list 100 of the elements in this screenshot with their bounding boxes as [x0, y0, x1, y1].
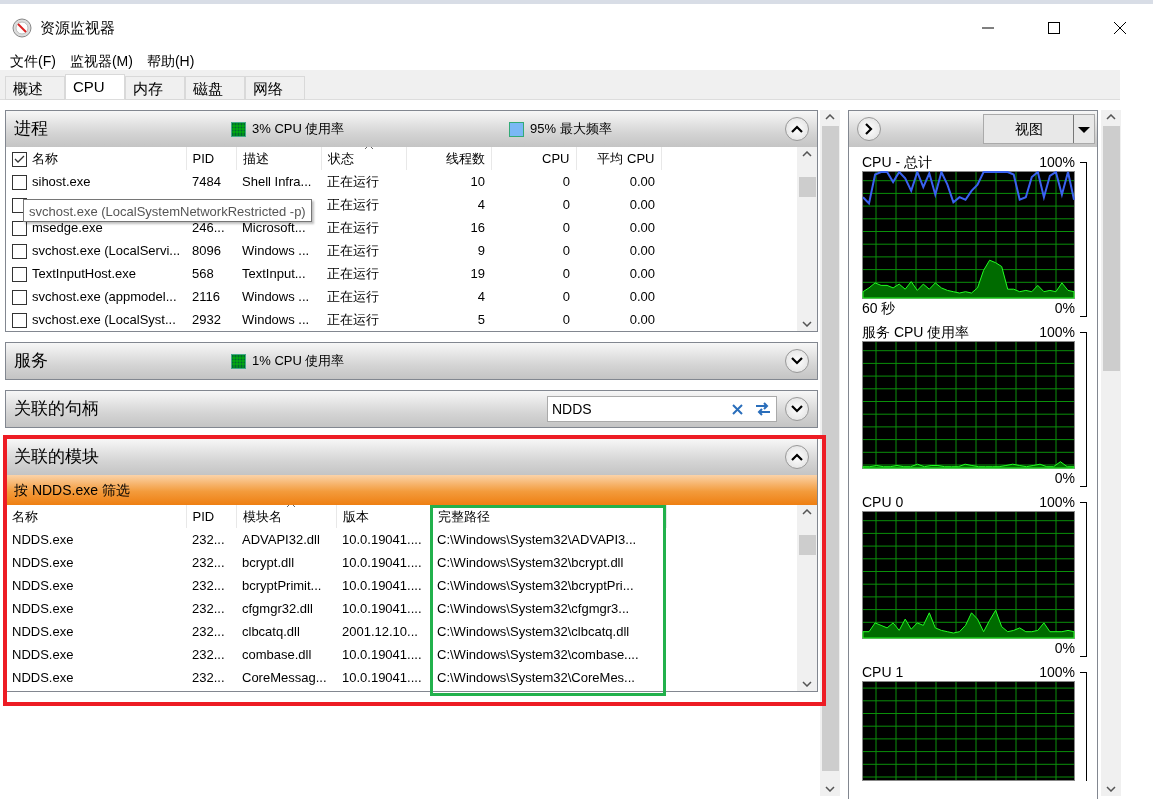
table-cell: 0.00: [629, 288, 655, 304]
table-cell: 正在运行: [327, 242, 379, 258]
checkbox[interactable]: [12, 151, 27, 167]
menu-item[interactable]: 帮助(H): [146, 50, 195, 72]
table-cell: svchost.exe (LocalSyst...: [32, 311, 176, 327]
table-cell: 232...: [192, 669, 225, 685]
table-cell: 568: [192, 265, 214, 281]
table-cell: 10.0.19041....: [342, 646, 422, 662]
column-header[interactable]: 线程数: [406, 147, 491, 170]
table-cell: 0: [562, 288, 570, 304]
table-cell: 10.0.19041....: [342, 600, 422, 616]
table-cell: CoreMessag...: [242, 669, 327, 685]
column-header[interactable]: PID: [186, 505, 236, 528]
table-cell: C:\Windows\System32\combase....: [437, 646, 639, 662]
collapse-button[interactable]: [785, 445, 809, 469]
table-cell: bcryptPrimit...: [242, 577, 322, 593]
usage-label: 1% CPU 使用率: [252, 352, 345, 371]
chevron-icon: [791, 125, 803, 133]
menu-item[interactable]: 监视器(M): [69, 50, 133, 72]
section-title: 服务: [14, 350, 48, 373]
table-cell: C:\Windows\System32\bcrypt.dll: [437, 554, 624, 570]
checkbox[interactable]: [12, 266, 27, 282]
scroll-up-icon[interactable]: [1106, 114, 1116, 120]
table-cell: 正在运行: [327, 311, 379, 327]
table-cell: cfgmgr32.dll: [242, 600, 313, 616]
table-cell: 16: [470, 219, 485, 235]
expand-button[interactable]: [857, 117, 881, 141]
collapse-button[interactable]: [785, 117, 809, 141]
column-header[interactable]: 描述: [236, 147, 321, 170]
gauge-icon: [12, 18, 32, 38]
tab[interactable]: 网络: [245, 76, 305, 100]
table-cell: 7484: [192, 173, 221, 189]
table-cell: 0: [562, 196, 570, 212]
table-cell: 10: [470, 173, 485, 189]
tab[interactable]: CPU: [65, 74, 125, 99]
refresh-icon[interactable]: [753, 400, 773, 418]
chevron-icon: [791, 357, 803, 365]
scroll-down-icon[interactable]: [802, 681, 812, 687]
maximize-icon[interactable]: [1048, 22, 1060, 34]
cpu-graph-icon: [231, 121, 246, 137]
table-cell: 232...: [192, 646, 225, 662]
collapse-button[interactable]: [785, 349, 809, 373]
close-icon[interactable]: [1114, 22, 1126, 34]
column-header[interactable]: 模块名: [236, 505, 336, 528]
table-cell: 2116: [192, 288, 220, 304]
table-cell: 2001.12.10...: [342, 623, 418, 639]
graph-max-label: 100%: [1039, 153, 1075, 171]
scroll-up-icon[interactable]: [802, 509, 812, 515]
scrollbar-thumb[interactable]: [1102, 126, 1120, 371]
column-header[interactable]: 完整路径: [431, 505, 666, 528]
scrollbar-thumb[interactable]: [798, 177, 816, 197]
search-field[interactable]: NDDS: [547, 396, 777, 422]
table-cell: 0.00: [629, 196, 655, 212]
column-header[interactable]: PID: [186, 147, 236, 170]
table-cell: 正在运行: [327, 219, 379, 235]
table-cell: C:\Windows\System32\ADVAPI3...: [437, 531, 637, 547]
checkbox[interactable]: [12, 243, 27, 259]
checkbox[interactable]: [12, 174, 27, 190]
table-cell: NDDS.exe: [12, 669, 74, 685]
table-cell: 正在运行: [327, 173, 379, 189]
table-cell: 0.00: [629, 219, 655, 235]
chevron-icon: [791, 405, 803, 413]
graph-title: 服务 CPU 使用率: [862, 323, 970, 341]
menu-item[interactable]: 文件(F): [10, 50, 56, 72]
collapse-button[interactable]: [785, 397, 809, 421]
chevron-icon: [791, 453, 803, 461]
checkbox[interactable]: [12, 289, 27, 305]
scroll-up-icon[interactable]: [802, 151, 812, 157]
scroll-down-icon[interactable]: [825, 786, 835, 792]
checkbox[interactable]: [12, 312, 27, 328]
column-header[interactable]: 平均 CPU: [576, 147, 661, 170]
clear-icon[interactable]: [732, 403, 743, 415]
table-cell: 10.0.19041....: [342, 531, 422, 547]
table-cell: 246...: [192, 219, 225, 235]
column-header[interactable]: CPU: [491, 147, 576, 170]
table-cell: svchost.exe (LocalServi...: [32, 242, 181, 258]
column-header[interactable]: 状态: [321, 147, 406, 170]
graph-max-label: 100%: [1039, 323, 1075, 341]
graph-min-label: 0%: [1054, 469, 1075, 487]
column-header[interactable]: 名称: [6, 505, 186, 528]
scrollbar-thumb[interactable]: [821, 126, 839, 771]
tab[interactable]: 概述: [5, 76, 65, 100]
scrollbar-thumb[interactable]: [798, 535, 816, 555]
column-header[interactable]: 名称: [6, 147, 186, 170]
table-cell: bcrypt.dll: [242, 554, 295, 570]
table-cell: 0.00: [629, 265, 655, 281]
table-cell: Windows ...: [242, 242, 310, 258]
scroll-down-icon[interactable]: [1106, 786, 1116, 792]
checkbox[interactable]: [12, 220, 27, 236]
tooltip: svchost.exe (LocalSystemNetworkRestricted -p): [23, 199, 312, 222]
table-cell: 8096: [192, 242, 221, 258]
table-cell: TextInputHost.exe: [32, 265, 137, 281]
tab[interactable]: 磁盘: [185, 76, 245, 100]
tab[interactable]: 内存: [125, 76, 185, 100]
frequency-icon: [509, 121, 524, 137]
scroll-down-icon[interactable]: [802, 321, 812, 327]
column-header[interactable]: 版本: [336, 505, 431, 528]
scroll-up-icon[interactable]: [825, 114, 835, 120]
table-cell: 0.00: [629, 311, 655, 327]
table-cell: 0.00: [629, 173, 655, 189]
